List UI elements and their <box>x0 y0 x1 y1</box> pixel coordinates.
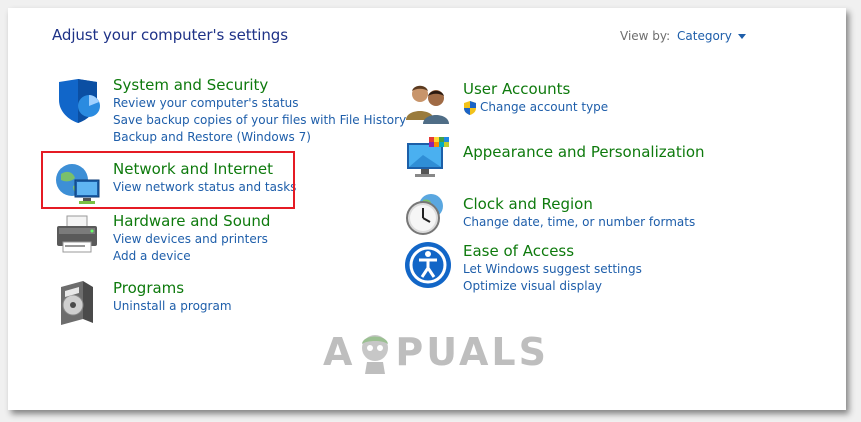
clock-region-title[interactable]: Clock and Region <box>463 195 763 214</box>
clock-globe-icon[interactable] <box>403 190 453 240</box>
watermark-text-left: A <box>323 330 356 374</box>
users-icon[interactable] <box>403 80 453 130</box>
monitor-palette-icon[interactable] <box>403 135 453 185</box>
user-accounts-title[interactable]: User Accounts <box>463 80 763 99</box>
change-account-type-link[interactable]: Change account type <box>463 99 763 116</box>
chevron-down-icon[interactable] <box>737 33 746 39</box>
date-time-formats-link[interactable]: Change date, time, or number formats <box>463 214 763 231</box>
highlight-box <box>41 151 295 209</box>
uac-shield-icon <box>464 100 476 115</box>
mascot-icon <box>362 335 389 374</box>
appuals-watermark: A PUALS <box>323 330 549 374</box>
programs-disc-icon[interactable] <box>53 279 103 329</box>
system-security-title[interactable]: System and Security <box>113 76 413 95</box>
programs-title[interactable]: Programs <box>113 279 413 298</box>
view-by-value[interactable]: Category <box>677 29 732 43</box>
change-account-type-label[interactable]: Change account type <box>480 99 608 116</box>
backup-restore-link[interactable]: Backup and Restore (Windows 7) <box>113 129 413 146</box>
optimize-display-link[interactable]: Optimize visual display <box>463 278 763 295</box>
add-device-link[interactable]: Add a device <box>113 248 413 265</box>
view-by-label: View by: <box>620 29 671 43</box>
hardware-sound-title[interactable]: Hardware and Sound <box>113 212 413 231</box>
uninstall-program-link[interactable]: Uninstall a program <box>113 298 413 315</box>
suggest-settings-link[interactable]: Let Windows suggest settings <box>463 261 763 278</box>
shield-icon[interactable] <box>53 76 103 126</box>
printer-icon[interactable] <box>53 212 103 262</box>
page-title: Adjust your computer's settings <box>52 26 288 44</box>
devices-printers-link[interactable]: View devices and printers <box>113 231 413 248</box>
appearance-title[interactable]: Appearance and Personalization <box>463 143 763 162</box>
review-status-link[interactable]: Review your computer's status <box>113 95 413 112</box>
ease-of-access-icon[interactable] <box>403 240 453 290</box>
watermark-text-right: PUALS <box>395 330 549 374</box>
control-panel-window: Adjust your computer's settings View by:… <box>8 8 846 410</box>
ease-of-access-title[interactable]: Ease of Access <box>463 242 763 261</box>
view-by-dropdown[interactable]: Category <box>677 29 746 43</box>
file-history-link[interactable]: Save backup copies of your files with Fi… <box>113 112 413 129</box>
